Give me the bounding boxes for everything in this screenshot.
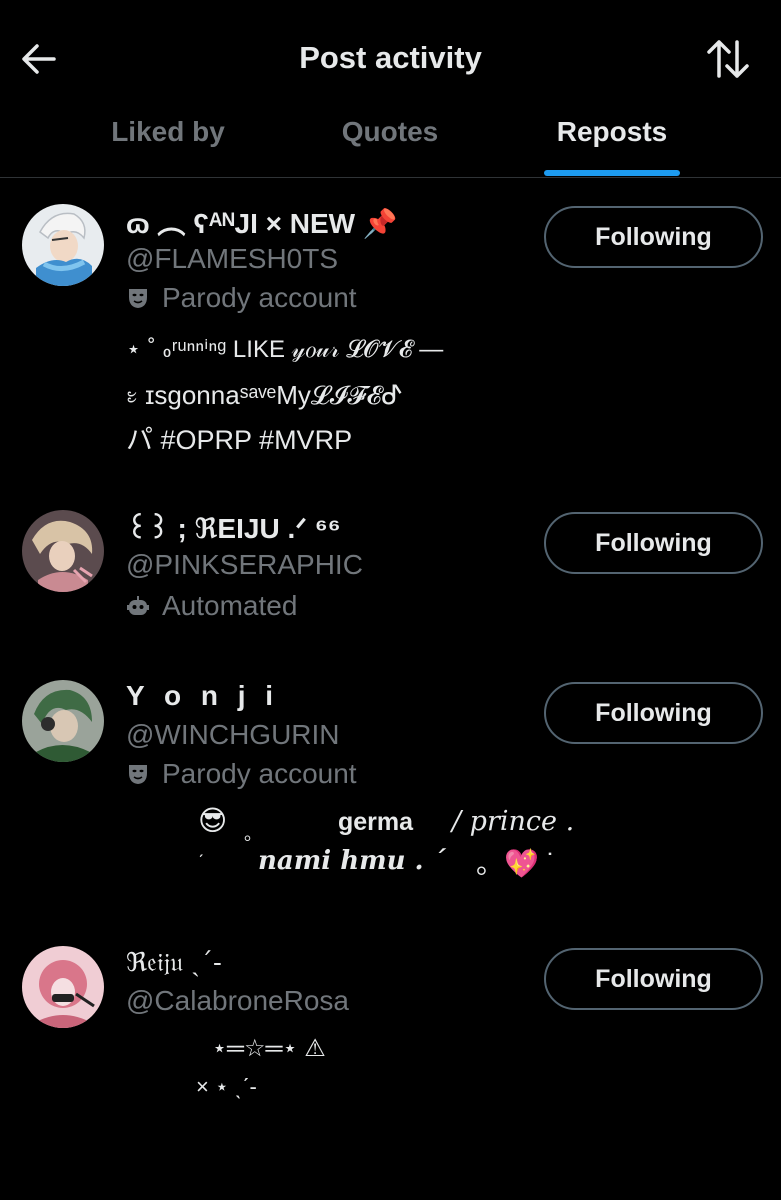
user-handle: @PINKSERAPHIC: [126, 549, 363, 580]
avatar-image: [22, 204, 104, 286]
bio-text: / 𝑝𝑟𝑖𝑛𝑐𝑒 .: [452, 806, 575, 837]
active-tab-indicator: [544, 170, 680, 176]
avatar[interactable]: [22, 204, 104, 286]
user-handle: @FLAMESH0TS: [126, 243, 339, 274]
avatar[interactable]: [22, 680, 104, 762]
page-title: Post activity: [299, 40, 482, 75]
display-name: Y o n j i: [126, 680, 280, 711]
following-button[interactable]: Following: [544, 682, 763, 744]
header: Post activity: [0, 0, 781, 100]
parody-label-text: Parody account: [162, 758, 357, 789]
avatar-image: [22, 510, 104, 592]
user-handle: @WINCHGURIN: [126, 719, 340, 750]
user-row-pinkseraphic[interactable]: ꒰꒱ ; ℜEIJU .ᐟ ⁶⁶ @PINKSERAPHIC Automated…: [0, 502, 781, 642]
robot-icon: [127, 596, 149, 615]
bio-line: ᭝ ɪsgonnaˢᵃᵛᵉMy𝓛𝓘𝓕𝓔ᕷ: [126, 380, 404, 410]
bio-text: germa: [338, 808, 414, 836]
bio-line: ⋆═☆═⋆ ⚠: [212, 1035, 326, 1062]
following-button[interactable]: Following: [544, 512, 763, 574]
automated-label: Automated: [126, 590, 297, 622]
tab-quotes[interactable]: Quotes: [280, 116, 500, 176]
user-row-winchgurin[interactable]: Y o n j i @WINCHGURIN Parody account 😎 。…: [0, 672, 781, 902]
avatar[interactable]: [22, 946, 104, 1028]
display-name: ꒰꒱ ; ℜEIJU .ᐟ ⁶⁶: [126, 513, 341, 544]
avatar-image: [22, 680, 104, 762]
bio-line: パ #OPRP #MVRP: [126, 425, 353, 455]
following-button[interactable]: Following: [544, 206, 763, 268]
sort-arrows-icon: [707, 40, 749, 78]
parody-label: Parody account: [126, 282, 357, 314]
bio-line: × ⋆ ˎˊ-: [196, 1074, 257, 1099]
bio-text: 。: [244, 824, 262, 844]
bio-emoji: 😎: [198, 805, 228, 836]
bio-text: nami hmu . ˊ: [258, 846, 446, 876]
display-name: ℜ𝔢𝔦𝔧𝔲 ˎˊ-: [126, 948, 222, 978]
sort-button[interactable]: [705, 36, 751, 82]
tab-bar: Liked by Quotes Reposts: [0, 100, 781, 178]
bio-emoji: 。💖 ˙: [476, 848, 556, 879]
avatar-image: [22, 946, 104, 1028]
tab-liked-by[interactable]: Liked by: [58, 116, 278, 176]
parody-label-text: Parody account: [162, 282, 357, 313]
display-name: ɷ ︵ ʕᴬᴺJI × NEW 📌: [126, 208, 398, 239]
theater-mask-icon: [129, 289, 147, 308]
tab-reposts[interactable]: Reposts: [502, 116, 722, 176]
bio-text: ˊ: [198, 852, 204, 872]
bio-line: ⋆ ˚ ៰ʳᵘⁿⁿⁱⁿᵍ LIKE 𝓎𝑜𝓊𝓇 𝓛𝓞𝓥𝓔 —: [126, 336, 444, 363]
theater-mask-icon: [129, 765, 147, 784]
user-row-flameshots[interactable]: ɷ ︵ ʕᴬᴺJI × NEW 📌 @FLAMESH0TS Parody acc…: [0, 196, 781, 486]
following-button[interactable]: Following: [544, 948, 763, 1010]
user-row-calabronerosa[interactable]: ℜ𝔢𝔦𝔧𝔲 ˎˊ- @CalabroneRosa ⋆═☆═⋆ ⚠ × ⋆ ˎˊ-…: [0, 938, 781, 1118]
user-handle: @CalabroneRosa: [126, 985, 349, 1016]
avatar[interactable]: [22, 510, 104, 592]
automated-label-text: Automated: [162, 590, 298, 621]
parody-label: Parody account: [126, 758, 357, 790]
